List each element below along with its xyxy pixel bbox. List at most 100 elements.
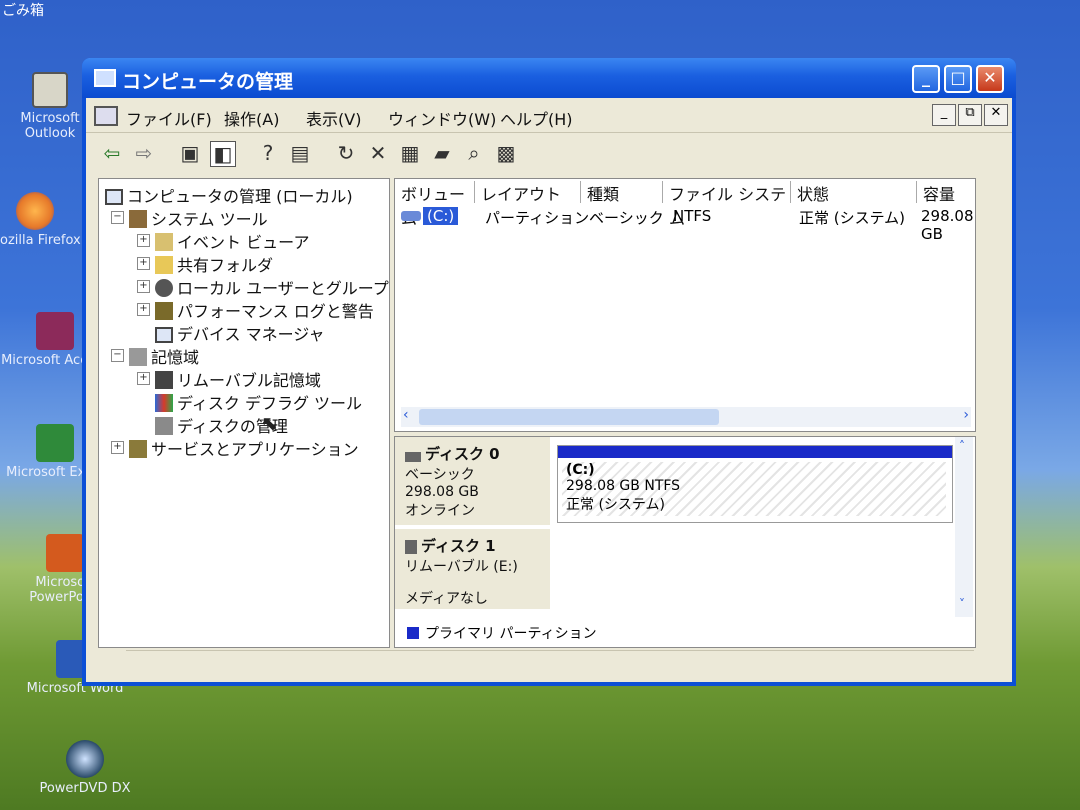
scroll-thumb[interactable] <box>419 409 719 425</box>
desktop-icon-powerdvd[interactable]: PowerDVD DX <box>0 740 170 796</box>
storage-icon <box>129 348 147 366</box>
capacity-cell: 298.08 GB <box>921 207 974 243</box>
disk0-info[interactable]: ディスク 0 ベーシック 298.08 GB オンライン <box>395 437 550 525</box>
legend: プライマリ パーティション <box>407 623 597 643</box>
expand-icon[interactable]: + <box>137 234 150 247</box>
column-header-filesystem[interactable]: ファイル システム <box>663 181 791 228</box>
volume-list: ボリューム レイアウト 種類 ファイル システム 状態 容量 (C:) パーティ… <box>394 178 976 432</box>
services-icon <box>129 440 147 458</box>
title-bar[interactable]: コンピュータの管理 _ □ ✕ <box>82 58 1016 98</box>
child-minimize-button[interactable]: _ <box>932 104 956 126</box>
menu-window[interactable]: ウィンドウ(W) <box>388 106 496 130</box>
tree-item-label: リムーバブル記憶域 <box>177 371 321 390</box>
disk-icon <box>405 452 421 462</box>
menu-view[interactable]: 表示(V) <box>306 106 361 130</box>
recycle-bin-label[interactable]: ごみ箱 <box>2 0 44 20</box>
filesystem-cell: NTFS <box>673 207 712 225</box>
tree-item-disk-defrag[interactable]: ディスク デフラグ ツール <box>155 390 362 414</box>
disk1-type: リムーバブル (E:) <box>405 559 518 575</box>
open-folder-icon[interactable]: ▰ <box>430 141 454 165</box>
powerdvd-icon <box>66 740 104 778</box>
menu-file[interactable]: ファイル(F) <box>126 106 212 130</box>
expand-icon[interactable]: + <box>111 441 124 454</box>
tree-item-services-applications[interactable]: サービスとアプリケーション <box>129 436 359 460</box>
help-icon[interactable]: ? <box>256 141 280 165</box>
column-header-capacity[interactable]: 容量 <box>917 181 975 204</box>
expand-icon[interactable]: + <box>137 280 150 293</box>
expand-icon[interactable]: + <box>137 372 150 385</box>
expand-icon[interactable]: + <box>137 257 150 270</box>
expand-icon[interactable]: + <box>137 303 150 316</box>
removable-disk-icon <box>405 540 417 554</box>
disk1-info[interactable]: ディスク 1 リムーバブル (E:) メディアなし <box>395 529 550 609</box>
mmc-icon <box>94 106 118 126</box>
minimize-button[interactable]: _ <box>912 65 940 93</box>
tree-item-removable-storage[interactable]: リムーバブル記憶域 <box>155 367 321 391</box>
volume-c-body: (C:) 298.08 GB NTFS 正常 (システム) <box>562 462 946 516</box>
status-bar <box>126 650 974 679</box>
menu-bar: ファイル(F) 操作(A) 表示(V) ウィンドウ(W) ヘルプ(H) _ ⧉ … <box>86 98 1012 133</box>
tree-item-label: コンピュータの管理 (ローカル) <box>127 187 353 206</box>
menu-help[interactable]: ヘルプ(H) <box>500 106 573 130</box>
drive-icon <box>401 211 421 221</box>
collapse-icon[interactable]: − <box>111 349 124 362</box>
column-header-type[interactable]: 種類 <box>581 181 663 204</box>
tree-item-system-tools[interactable]: システム ツール <box>129 206 268 230</box>
delete-icon[interactable]: ✕ <box>366 141 390 165</box>
tree-item-performance-logs[interactable]: パフォーマンス ログと警告 <box>155 298 374 322</box>
users-icon <box>155 279 173 297</box>
table-row[interactable]: (C:) パーティション ベーシック NTFS 正常 (システム) 298.08… <box>395 205 975 243</box>
collapse-icon[interactable]: − <box>111 211 124 224</box>
legend-label: プライマリ パーティション <box>425 626 597 642</box>
scroll-left-icon[interactable]: ‹ <box>403 407 409 423</box>
search-icon[interactable]: ⌕ <box>462 141 486 165</box>
disk0-type: ベーシック <box>405 467 475 483</box>
access-key-icon <box>36 312 74 350</box>
computer-icon <box>94 69 116 87</box>
disk-management-icon <box>155 417 173 435</box>
column-header-status[interactable]: 状態 <box>791 181 917 204</box>
child-close-button[interactable]: ✕ <box>984 104 1008 126</box>
tree-item-label: パフォーマンス ログと警告 <box>177 302 374 321</box>
tree-item-event-viewer[interactable]: イベント ビューア <box>155 229 309 253</box>
new-icon[interactable]: ▦ <box>398 141 422 165</box>
firefox-icon <box>16 192 54 230</box>
scroll-up-icon[interactable]: ˄ <box>959 439 965 453</box>
volume-c-label: (C:) <box>566 462 595 478</box>
window-title: コンピュータの管理 <box>122 71 294 93</box>
tree-item-local-users[interactable]: ローカル ユーザーとグループ <box>155 275 389 299</box>
properties-icon[interactable]: ▤ <box>288 141 312 165</box>
desktop-icon-label: ozilla Firefox <box>0 233 81 248</box>
computer-management-window: コンピュータの管理 _ □ ✕ ファイル(F) 操作(A) 表示(V) ウィンド… <box>82 58 1016 686</box>
volume-c-block[interactable]: (C:) 298.08 GB NTFS 正常 (システム) <box>557 445 953 523</box>
show-tree-icon[interactable]: ◧ <box>210 141 236 167</box>
settings-icon[interactable]: ▩ <box>494 141 518 165</box>
folder-icon <box>155 256 173 274</box>
refresh-icon[interactable]: ↻ <box>334 141 358 165</box>
menu-action[interactable]: 操作(A) <box>224 106 279 130</box>
scroll-right-icon[interactable]: › <box>963 407 969 423</box>
forward-arrow-icon[interactable]: ⇨ <box>132 141 156 165</box>
tree-item-shared-folders[interactable]: 共有フォルダ <box>155 252 273 276</box>
back-arrow-icon[interactable]: ⇦ <box>100 141 124 165</box>
column-header-layout[interactable]: レイアウト <box>475 181 581 204</box>
primary-partition-bar <box>558 446 952 458</box>
event-viewer-icon <box>155 233 173 251</box>
tree-item-device-manager[interactable]: デバイス マネージャ <box>155 321 325 345</box>
tree-item-computer-management[interactable]: コンピュータの管理 (ローカル) <box>105 183 353 207</box>
disk1-name: ディスク 1 <box>405 535 540 556</box>
column-header-volume[interactable]: ボリューム <box>395 181 475 228</box>
type-cell: ベーシック <box>589 209 664 227</box>
up-folder-icon[interactable]: ▣ <box>178 141 202 165</box>
horizontal-scrollbar[interactable]: ‹ › <box>401 407 971 427</box>
tree-item-storage[interactable]: 記憶域 <box>129 344 199 368</box>
excel-icon <box>36 424 74 462</box>
tree-item-label: デバイス マネージャ <box>177 325 325 344</box>
powerpoint-icon <box>46 534 84 572</box>
maximize-button[interactable]: □ <box>944 65 972 93</box>
scroll-down-icon[interactable]: ˅ <box>959 597 965 611</box>
close-button[interactable]: ✕ <box>976 65 1004 93</box>
vertical-scrollbar[interactable]: ˄ ˅ <box>955 437 973 617</box>
disk0-name: ディスク 0 <box>405 443 540 464</box>
child-restore-button[interactable]: ⧉ <box>958 104 982 126</box>
